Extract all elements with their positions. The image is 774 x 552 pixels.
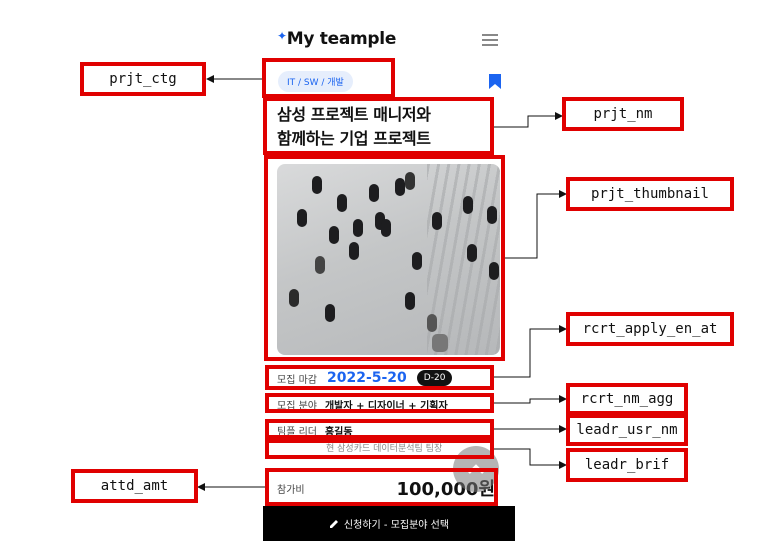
rcrt-apply-en-at-highlight (265, 365, 494, 390)
label-attd-amt: attd_amt (71, 469, 198, 503)
apply-button-label: 신청하기 - 모집분야 선택 (343, 520, 450, 531)
rcrt-nm-agg-highlight (265, 393, 494, 413)
label-prjt-ctg: prjt_ctg (80, 62, 206, 96)
pencil-icon (329, 520, 338, 528)
label-leadr-brif: leadr_brif (566, 448, 688, 482)
bookmark-icon[interactable] (489, 74, 501, 93)
menu-icon[interactable] (482, 31, 498, 49)
prjt-nm-highlight (263, 97, 494, 155)
prjt-ctg-highlight (262, 58, 395, 98)
logo-mark: ✦ (277, 29, 287, 43)
attd-amt-highlight (265, 468, 498, 506)
app-logo[interactable]: ✦My teample (277, 29, 396, 49)
leadr-brif-highlight (265, 439, 494, 459)
leadr-usr-nm-highlight (265, 419, 494, 439)
label-prjt-thumbnail: prjt_thumbnail (566, 177, 734, 211)
label-rcrt-apply-en-at: rcrt_apply_en_at (566, 312, 734, 346)
logo-text: My teample (286, 29, 397, 49)
apply-button[interactable]: 신청하기 - 모집분야 선택 (263, 506, 515, 541)
label-rcrt-nm-agg: rcrt_nm_agg (566, 383, 688, 415)
label-prjt-nm: prjt_nm (562, 97, 684, 131)
prjt-thumbnail-highlight (264, 155, 505, 361)
label-leadr-usr-nm: leadr_usr_nm (566, 414, 688, 446)
